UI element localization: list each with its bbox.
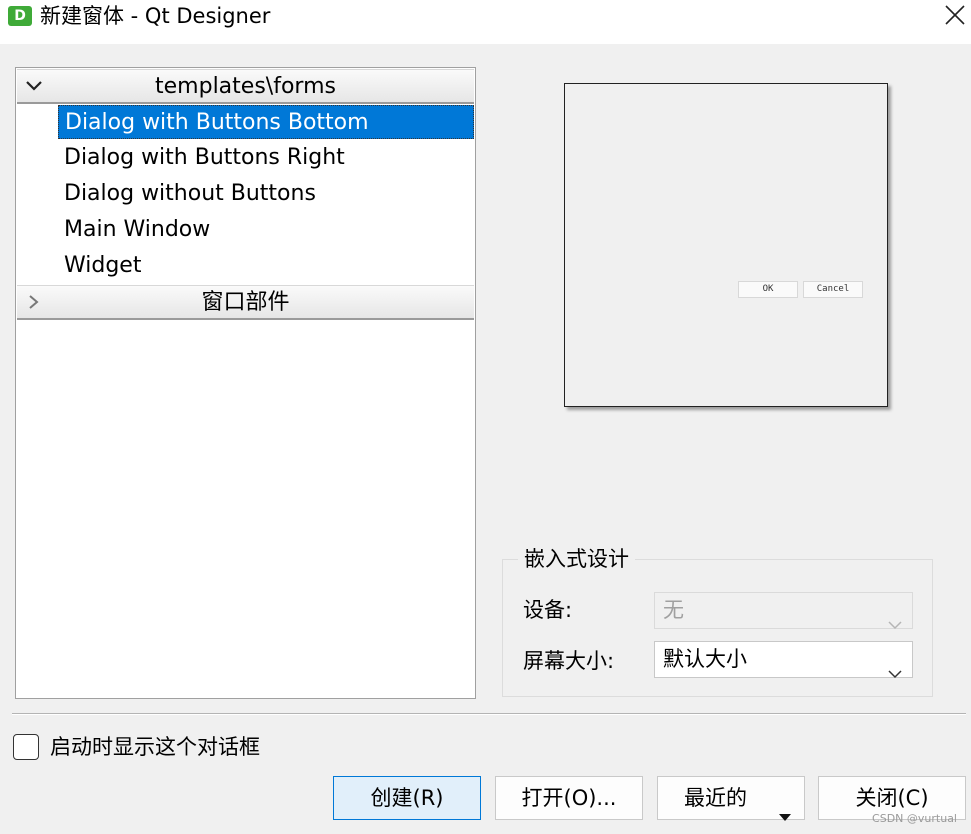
open-button[interactable]: 打开(O)... (495, 776, 643, 820)
dropdown-arrow-icon[interactable] (778, 794, 792, 834)
template-tree[interactable]: templates\forms Dialog with Buttons Bott… (15, 67, 476, 699)
tree-group-label: 窗口部件 (201, 290, 290, 315)
screen-size-combo[interactable]: 默认大小 (654, 641, 913, 679)
show-on-startup-checkbox[interactable] (13, 734, 39, 760)
recent-button[interactable]: 最近的 (657, 776, 805, 821)
device-value: 无 (663, 598, 684, 622)
preview-ok-button: OK (738, 281, 798, 298)
tree-group-label: templates\forms (155, 74, 336, 99)
chevron-down-icon[interactable] (888, 655, 902, 690)
recent-button-label: 最近的 (684, 786, 747, 810)
embedded-design-title: 嵌入式设计 (518, 545, 635, 573)
chevron-down-icon (888, 606, 902, 641)
show-on-startup-label[interactable]: 启动时显示这个对话框 (50, 733, 260, 761)
screen-size-label: 屏幕大小: (523, 649, 615, 673)
tree-item-dialog-buttons-right[interactable]: Dialog with Buttons Right (58, 141, 474, 175)
device-combo: 无 (654, 592, 913, 630)
window-close-icon[interactable] (941, 0, 969, 32)
tree-item-widget[interactable]: Widget (58, 249, 474, 283)
preview-cancel-button: Cancel (803, 281, 863, 298)
watermark: CSDN @vurtual (872, 812, 957, 825)
tree-group-templates-forms[interactable]: templates\forms (17, 69, 474, 104)
tree-item-dialog-buttons-bottom[interactable]: Dialog with Buttons Bottom (58, 105, 474, 139)
tree-item-dialog-without-buttons[interactable]: Dialog without Buttons (58, 177, 474, 211)
create-button[interactable]: 创建(R) (333, 776, 481, 820)
tree-item-main-window[interactable]: Main Window (58, 213, 474, 247)
device-label: 设备: (523, 598, 573, 622)
tree-group-widgets[interactable]: 窗口部件 (17, 285, 474, 320)
title-bar: D 新建窗体 - Qt Designer (0, 0, 971, 44)
qt-designer-app-icon: D (8, 6, 32, 26)
form-preview: OK Cancel (564, 83, 888, 407)
window-title: 新建窗体 - Qt Designer (40, 4, 271, 28)
footer-separator (12, 713, 966, 715)
screen-size-value: 默认大小 (663, 647, 747, 671)
